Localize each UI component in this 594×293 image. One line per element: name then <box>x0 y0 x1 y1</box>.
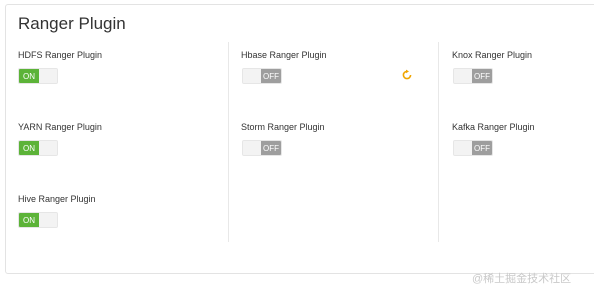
storm-plugin-label: Storm Ranger Plugin <box>241 122 325 132</box>
panel-title: Ranger Plugin <box>18 14 126 33</box>
toggle-off-label: OFF <box>261 141 281 155</box>
yarn-plugin-toggle[interactable]: ON <box>18 140 58 156</box>
toggle-off-label: OFF <box>472 69 492 83</box>
hdfs-plugin-toggle[interactable]: ON <box>18 68 58 84</box>
toggle-on-label: ON <box>19 213 39 227</box>
knox-plugin-label: Knox Ranger Plugin <box>452 50 533 60</box>
yarn-plugin-label: YARN Ranger Plugin <box>18 122 102 132</box>
hive-plugin-label: Hive Ranger Plugin <box>18 194 96 204</box>
storm-plugin-toggle[interactable]: OFF <box>242 140 282 156</box>
toggle-on-label: ON <box>19 141 39 155</box>
toggle-off-label: OFF <box>261 69 281 83</box>
column-divider <box>228 42 229 242</box>
watermark: @稀土掘金技术社区 <box>472 273 572 285</box>
hbase-plugin-toggle[interactable]: OFF <box>242 68 282 84</box>
hive-plugin-toggle[interactable]: ON <box>18 212 58 228</box>
knox-plugin-toggle[interactable]: OFF <box>453 68 493 84</box>
kafka-plugin-toggle[interactable]: OFF <box>453 140 493 156</box>
ranger-plugin-panel <box>5 4 594 274</box>
refresh-icon[interactable] <box>401 69 413 81</box>
kafka-plugin-label: Kafka Ranger Plugin <box>452 122 535 132</box>
hdfs-plugin-label: HDFS Ranger Plugin <box>18 50 103 60</box>
column-divider <box>438 42 439 242</box>
hbase-plugin-label: Hbase Ranger Plugin <box>241 50 327 60</box>
toggle-on-label: ON <box>19 69 39 83</box>
toggle-off-label: OFF <box>472 141 492 155</box>
